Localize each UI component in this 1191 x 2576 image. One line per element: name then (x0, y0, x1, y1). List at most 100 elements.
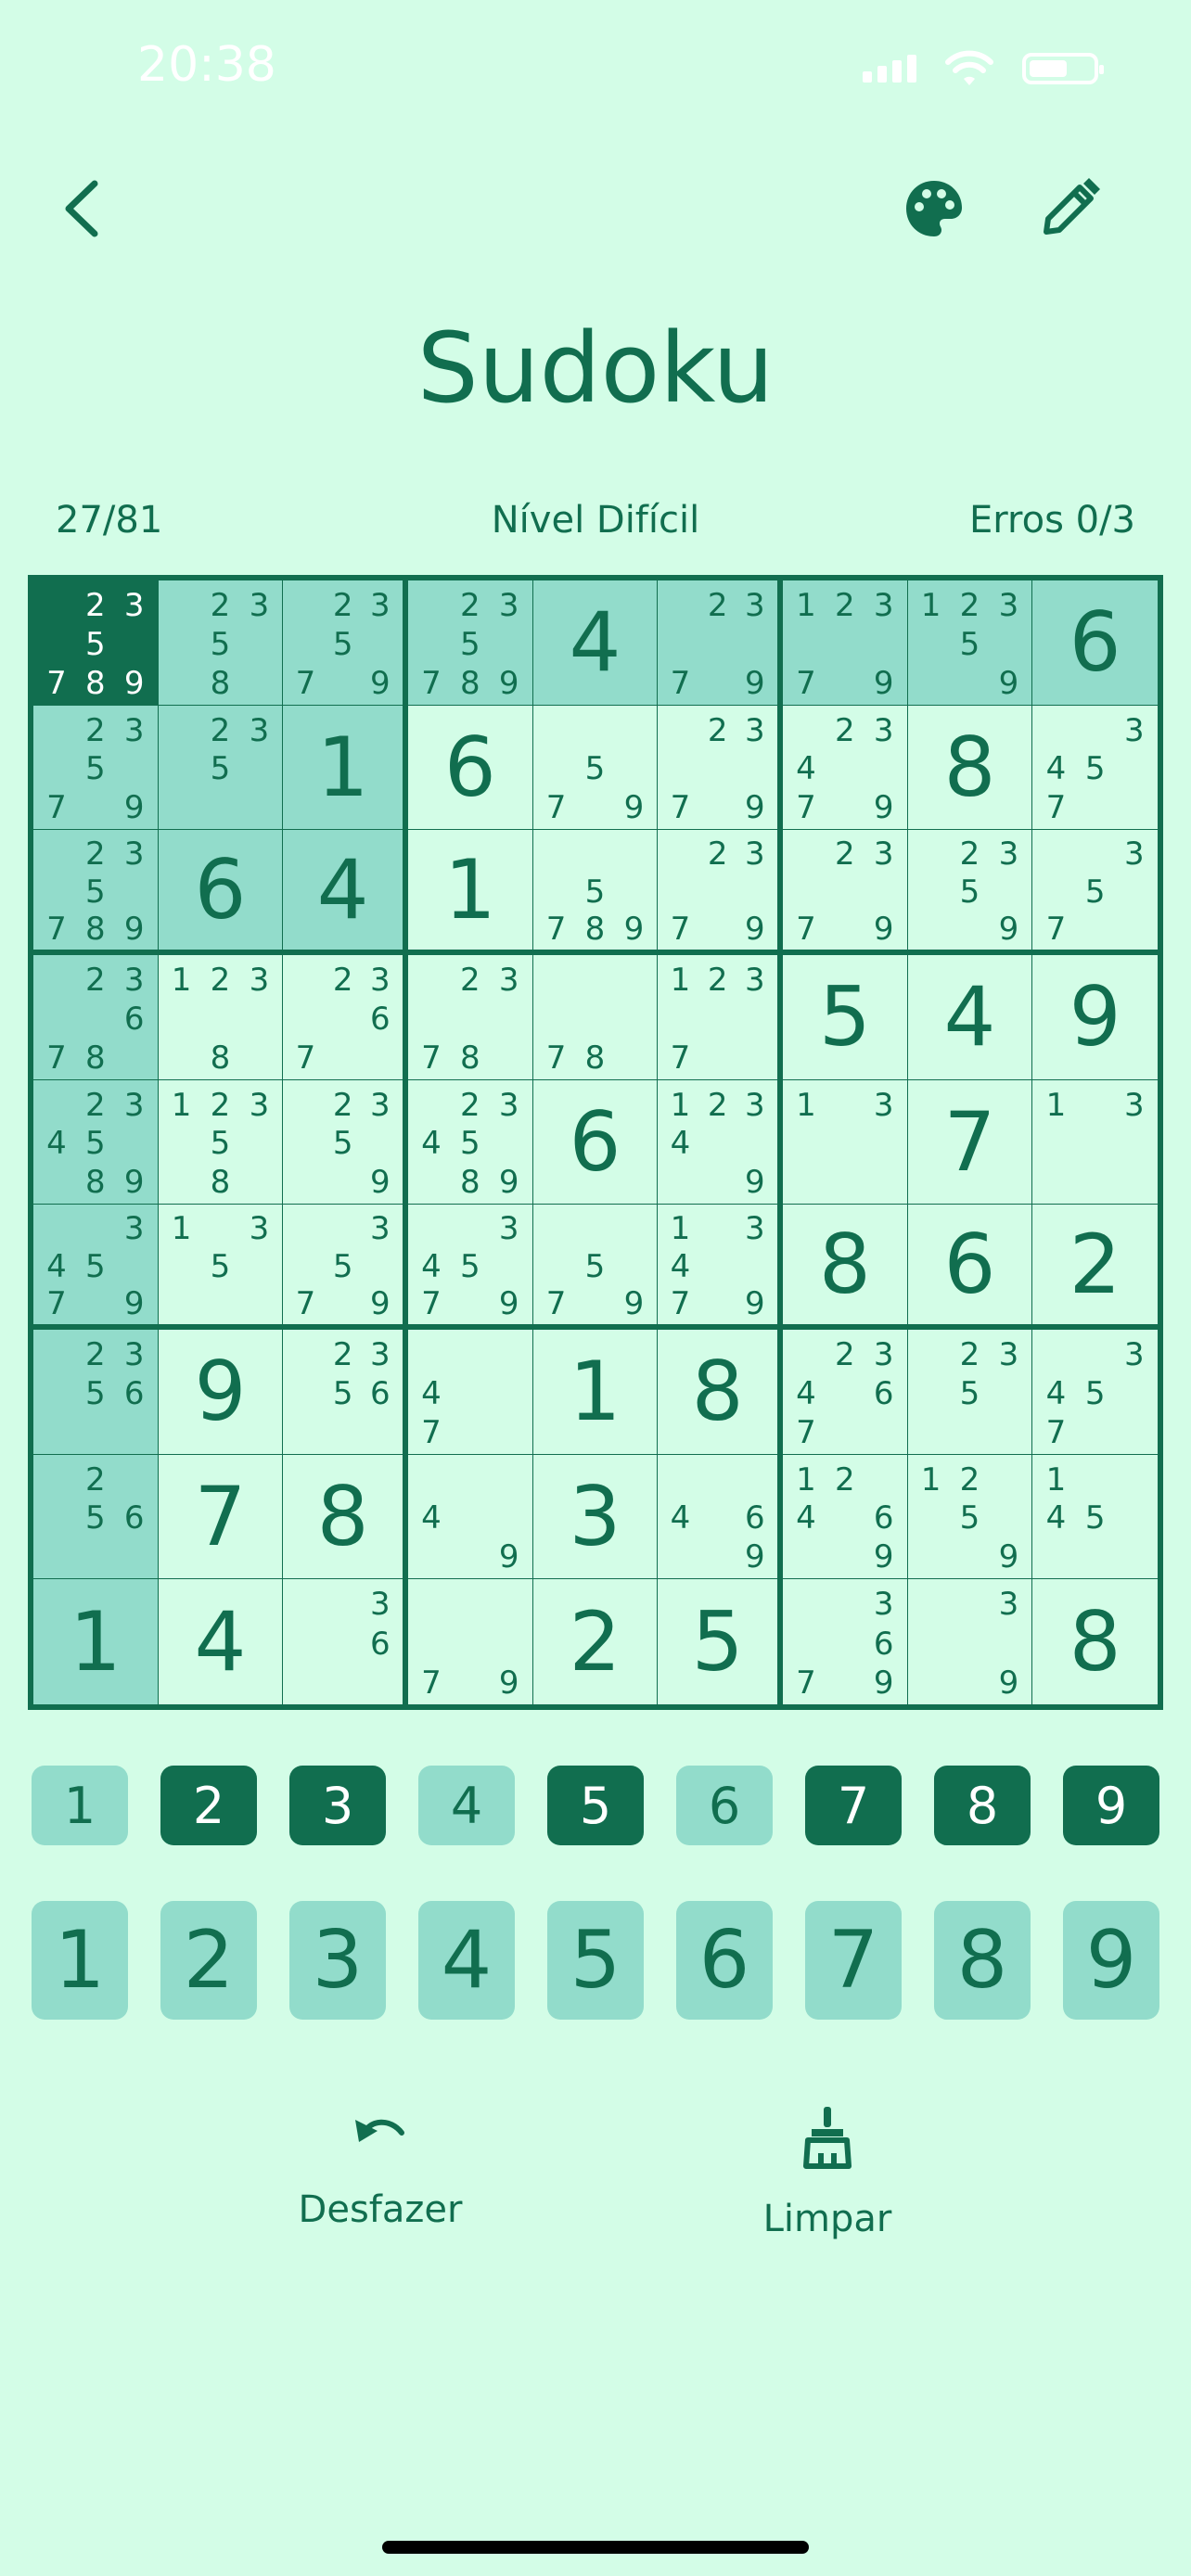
cell-r3c2[interactable]: 6 (158, 830, 284, 955)
cell-r7c9[interactable]: 3 457 (1032, 1330, 1158, 1455)
cell-r6c3[interactable]: 357 9 (283, 1205, 408, 1330)
cell-r5c5[interactable]: 6 (532, 1079, 659, 1205)
number-key-1[interactable]: 1 (32, 1901, 128, 2020)
number-key-6[interactable]: 6 (676, 1901, 773, 2020)
cell-r1c8[interactable]: 12359 (907, 580, 1033, 706)
cell-r2c1[interactable]: 2357 9 (33, 705, 159, 831)
number-key-4[interactable]: 4 (418, 1901, 515, 2020)
cell-r4c5[interactable]: 78 (532, 955, 659, 1080)
cell-r7c1[interactable]: 2356 (33, 1330, 159, 1455)
cell-r1c7[interactable]: 123 7 9 (783, 580, 908, 706)
cell-r4c4[interactable]: 23 78 (408, 955, 533, 1080)
cell-r6c8[interactable]: 6 (907, 1205, 1033, 1330)
cell-r9c2[interactable]: 4 (158, 1579, 284, 1704)
number-key-3[interactable]: 3 (289, 1901, 386, 2020)
cell-r8c5[interactable]: 3 (532, 1454, 659, 1580)
cell-r6c6[interactable]: 1 3 47 9 (658, 1205, 783, 1330)
note-key-9[interactable]: 9 (1063, 1766, 1159, 1845)
cell-r1c6[interactable]: 23 7 9 (658, 580, 783, 706)
cell-r5c4[interactable]: 23 4589 (408, 1079, 533, 1205)
cell-r5c6[interactable]: 123 4 9 (658, 1079, 783, 1205)
cell-r6c5[interactable]: 57 9 (532, 1205, 659, 1330)
note-key-8[interactable]: 8 (934, 1766, 1031, 1845)
cell-r7c7[interactable]: 23 4 6 7 (783, 1330, 908, 1455)
pencil-icon[interactable] (1037, 176, 1102, 241)
cell-r2c8[interactable]: 8 (907, 705, 1033, 831)
cell-r8c8[interactable]: 1259 (907, 1454, 1033, 1580)
cell-r5c9[interactable]: 13 (1032, 1079, 1158, 1205)
cell-r7c8[interactable]: 235 (907, 1330, 1033, 1455)
undo-button[interactable]: Desfazer (241, 2105, 519, 2231)
cell-r3c4[interactable]: 1 (408, 830, 533, 955)
cell-r4c6[interactable]: 123 7 (658, 955, 783, 1080)
cell-r4c9[interactable]: 9 (1032, 955, 1158, 1080)
cell-r1c9[interactable]: 6 (1032, 580, 1158, 706)
cell-r9c8[interactable]: 39 (907, 1579, 1033, 1704)
cell-r2c7[interactable]: 23 47 9 (783, 705, 908, 831)
cell-r8c2[interactable]: 7 (158, 1454, 284, 1580)
cell-r2c2[interactable]: 235 (158, 705, 284, 831)
cell-r7c4[interactable]: 47 (408, 1330, 533, 1455)
clear-button[interactable]: Limpar (688, 2105, 967, 2240)
cell-r1c3[interactable]: 2357 9 (283, 580, 408, 706)
cell-r9c7[interactable]: 36 7 9 (783, 1579, 908, 1704)
cell-r3c3[interactable]: 4 (283, 830, 408, 955)
number-key-8[interactable]: 8 (934, 1901, 1031, 2020)
cell-r7c6[interactable]: 8 (658, 1330, 783, 1455)
note-key-7[interactable]: 7 (805, 1766, 902, 1845)
cell-r3c6[interactable]: 23 7 9 (658, 830, 783, 955)
cell-r8c7[interactable]: 124 69 (783, 1454, 908, 1580)
cell-r8c3[interactable]: 8 (283, 1454, 408, 1580)
note-key-6[interactable]: 6 (676, 1766, 773, 1845)
cell-r5c2[interactable]: 12358 (158, 1079, 284, 1205)
cell-r6c9[interactable]: 2 (1032, 1205, 1158, 1330)
cell-r4c1[interactable]: 236 78 (33, 955, 159, 1080)
cell-r7c2[interactable]: 9 (158, 1330, 284, 1455)
cell-r2c6[interactable]: 23 7 9 (658, 705, 783, 831)
cell-r9c1[interactable]: 1 (33, 1579, 159, 1704)
cell-r6c7[interactable]: 8 (783, 1205, 908, 1330)
cell-r3c9[interactable]: 357 (1032, 830, 1158, 955)
cell-r3c1[interactable]: 235789 (33, 830, 159, 955)
cell-r9c3[interactable]: 36 (283, 1579, 408, 1704)
cell-r9c5[interactable]: 2 (532, 1579, 659, 1704)
cell-r9c4[interactable]: 79 (408, 1579, 533, 1704)
cell-r7c5[interactable]: 1 (532, 1330, 659, 1455)
note-key-1[interactable]: 1 (32, 1766, 128, 1845)
cell-r6c1[interactable]: 3 457 9 (33, 1205, 159, 1330)
cell-r5c8[interactable]: 7 (907, 1079, 1033, 1205)
cell-r6c4[interactable]: 3 457 9 (408, 1205, 533, 1330)
number-key-9[interactable]: 9 (1063, 1901, 1159, 2020)
cell-r7c3[interactable]: 2356 (283, 1330, 408, 1455)
cell-r3c8[interactable]: 2359 (907, 830, 1033, 955)
cell-r3c7[interactable]: 23 7 9 (783, 830, 908, 955)
number-key-2[interactable]: 2 (160, 1901, 257, 2020)
cell-r2c3[interactable]: 1 (283, 705, 408, 831)
back-button[interactable] (56, 176, 111, 241)
number-key-7[interactable]: 7 (805, 1901, 902, 2020)
cell-r2c4[interactable]: 6 (408, 705, 533, 831)
cell-r3c5[interactable]: 5789 (532, 830, 659, 955)
cell-r5c7[interactable]: 13 (783, 1079, 908, 1205)
cell-r6c2[interactable]: 1 35 (158, 1205, 284, 1330)
cell-r1c4[interactable]: 235789 (408, 580, 533, 706)
cell-r8c6[interactable]: 4 69 (658, 1454, 783, 1580)
cell-r9c9[interactable]: 8 (1032, 1579, 1158, 1704)
cell-r4c2[interactable]: 123 8 (158, 955, 284, 1080)
cell-r1c5[interactable]: 4 (532, 580, 659, 706)
note-key-4[interactable]: 4 (418, 1766, 515, 1845)
note-key-3[interactable]: 3 (289, 1766, 386, 1845)
cell-r8c9[interactable]: 145 (1032, 1454, 1158, 1580)
number-key-5[interactable]: 5 (547, 1901, 644, 2020)
cell-r1c2[interactable]: 2358 (158, 580, 284, 706)
cell-r9c6[interactable]: 5 (658, 1579, 783, 1704)
cell-r1c1[interactable]: 235789 (33, 580, 159, 706)
cell-r2c5[interactable]: 57 9 (532, 705, 659, 831)
cell-r4c3[interactable]: 236 7 (283, 955, 408, 1080)
cell-r8c4[interactable]: 49 (408, 1454, 533, 1580)
palette-icon[interactable] (902, 176, 967, 241)
note-key-2[interactable]: 2 (160, 1766, 257, 1845)
cell-r4c8[interactable]: 4 (907, 955, 1033, 1080)
cell-r8c1[interactable]: 256 (33, 1454, 159, 1580)
cell-r4c7[interactable]: 5 (783, 955, 908, 1080)
